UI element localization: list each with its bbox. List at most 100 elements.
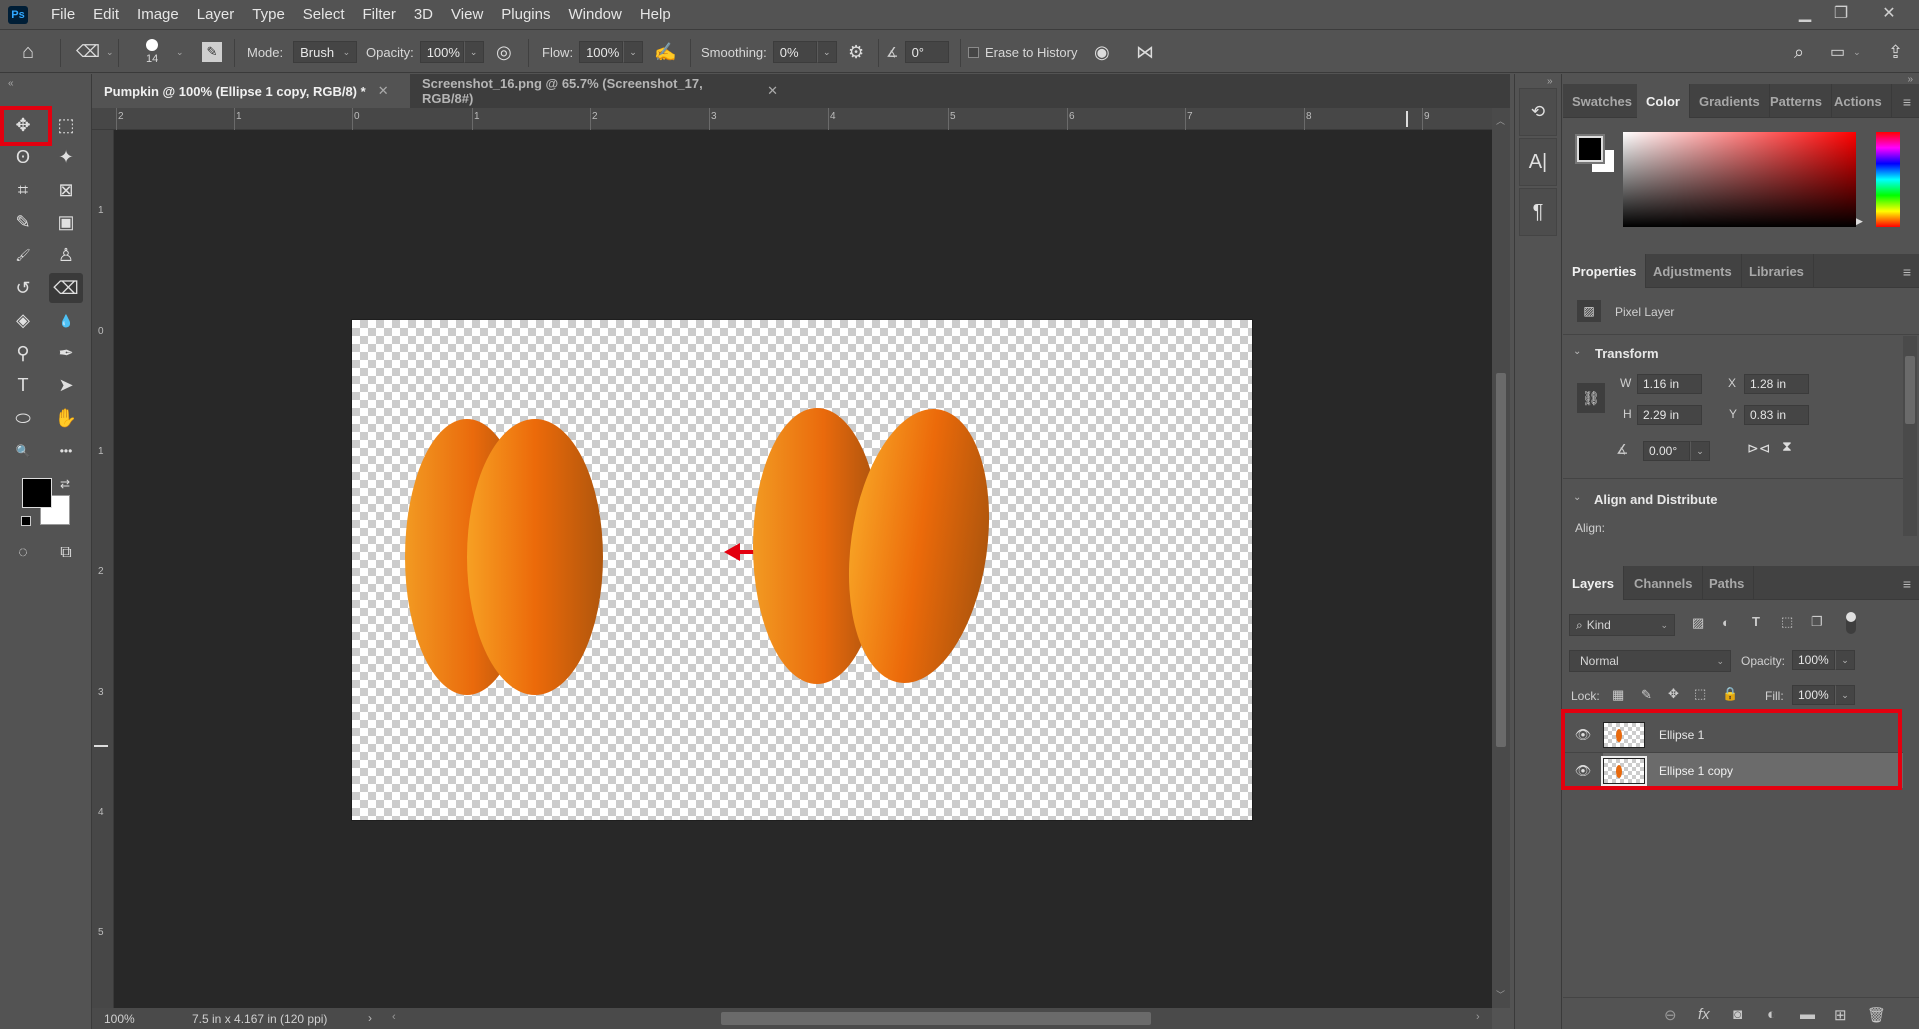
hue-slider-marker[interactable]: ▶	[1856, 216, 1863, 227]
link-layers-icon[interactable]: ⊖	[1664, 1006, 1677, 1024]
properties-scrollbar[interactable]	[1903, 336, 1917, 536]
height-input[interactable]: 2.29 in	[1637, 405, 1702, 425]
flip-vertical-icon[interactable]: ⧗	[1782, 438, 1792, 455]
scroll-down-icon[interactable]: ﹀	[1496, 988, 1505, 1001]
scroll-left-icon[interactable]: ‹	[392, 1011, 396, 1023]
menu-help[interactable]: Help	[631, 6, 680, 23]
brush-tool[interactable]: 🖌	[6, 240, 40, 270]
symmetry-button[interactable]: ⋈	[1136, 31, 1154, 73]
erase-to-history-checkbox[interactable]	[968, 46, 979, 58]
default-colors-icon[interactable]	[21, 516, 31, 526]
layer-opacity-input[interactable]: 100%	[1792, 650, 1835, 670]
flip-horizontal-icon[interactable]: ⊳⊲	[1747, 440, 1770, 457]
tab-swatches[interactable]: Swatches	[1563, 84, 1642, 118]
brush-preset-picker[interactable]: 14	[146, 31, 158, 73]
fill-dropdown[interactable]: ⌄	[1835, 685, 1855, 705]
crop-tool[interactable]: ⌗	[6, 175, 40, 205]
eraser-tool[interactable]: ⌫	[49, 273, 83, 303]
paint-bucket-tool[interactable]: ◈	[6, 306, 40, 336]
flow-dropdown[interactable]: ⌄	[623, 41, 644, 63]
tab-screenshot-16[interactable]: Screenshot_16.png @ 65.7% (Screenshot_17…	[410, 74, 790, 108]
lock-all-icon[interactable]: 🔒	[1722, 686, 1738, 702]
dodge-tool[interactable]: ⚲	[6, 338, 40, 368]
add-mask-icon[interactable]: ◙	[1733, 1006, 1742, 1023]
document-canvas[interactable]	[352, 320, 1252, 820]
new-group-icon[interactable]: ▬	[1800, 1006, 1815, 1023]
workspace-button[interactable]: ▭ ⌄	[1830, 31, 1861, 73]
lasso-tool[interactable]: ʘ	[6, 143, 40, 173]
smoothing-dropdown[interactable]: ⌄	[816, 41, 837, 63]
smoothing-options-button[interactable]: ⚙	[848, 31, 864, 73]
eyedropper-tool[interactable]: ✎	[6, 208, 40, 238]
tab-properties[interactable]: Properties	[1563, 254, 1647, 288]
horizontal-scrollbar[interactable]: ‹ ›	[380, 1008, 1492, 1029]
opacity-input[interactable]: 100%	[419, 41, 464, 63]
vertical-scrollbar[interactable]: ︿ ﹀	[1492, 108, 1510, 1008]
blur-tool[interactable]: 💧	[49, 306, 83, 336]
panel-menu-icon[interactable]: ≡	[1903, 576, 1911, 592]
character-panel-button[interactable]: A|	[1519, 138, 1557, 186]
lock-transparent-icon[interactable]: ▦	[1612, 687, 1624, 703]
menu-3d[interactable]: 3D	[405, 6, 442, 23]
tab-patterns[interactable]: Patterns	[1761, 84, 1833, 118]
filter-smart-object-icon[interactable]: ❐	[1811, 614, 1823, 630]
tab-adjustments[interactable]: Adjustments	[1644, 254, 1742, 288]
filter-type-icon[interactable]: T	[1752, 614, 1760, 629]
history-brush-tool[interactable]: ↺	[6, 273, 40, 303]
vertical-scroll-thumb[interactable]	[1496, 373, 1506, 747]
menu-select[interactable]: Select	[294, 6, 354, 23]
zoom-tool[interactable]: 🔍	[6, 436, 40, 466]
brush-preset-dropdown[interactable]: ⌄	[176, 31, 184, 73]
color-field[interactable]	[1623, 132, 1856, 227]
visibility-eye-icon[interactable]: 👁	[1563, 753, 1603, 788]
link-dimensions-button[interactable]: ⛓	[1577, 383, 1605, 413]
align-section-title[interactable]: Align and Distribute	[1594, 492, 1718, 507]
frame-tool[interactable]: ⊠	[49, 175, 83, 205]
status-menu-icon[interactable]: ›	[368, 1011, 372, 1025]
layer-row-ellipse-1-copy[interactable]: 👁 Ellipse 1 copy	[1563, 753, 1903, 788]
close-tab-icon[interactable]: ✕	[767, 83, 778, 99]
filter-shape-icon[interactable]: ⬚	[1781, 614, 1793, 630]
swap-colors-icon[interactable]: ⇄	[60, 477, 70, 491]
menu-type[interactable]: Type	[243, 6, 294, 23]
adjustment-layer-icon[interactable]: ◐	[1767, 1006, 1776, 1023]
mode-select[interactable]: Brush ⌄	[293, 41, 358, 63]
horizontal-scroll-thumb[interactable]	[721, 1012, 1151, 1025]
brush-settings-button[interactable]: ✎	[202, 31, 222, 73]
menu-window[interactable]: Window	[559, 6, 630, 23]
menu-plugins[interactable]: Plugins	[492, 6, 559, 23]
rotation-input[interactable]: 0.00°	[1643, 441, 1690, 461]
pen-tool[interactable]: ✒	[49, 338, 83, 368]
paragraph-panel-button[interactable]: ¶	[1519, 188, 1557, 236]
blend-mode-select[interactable]: Normal ⌄	[1569, 650, 1731, 672]
menu-layer[interactable]: Layer	[188, 6, 244, 23]
menu-view[interactable]: View	[442, 6, 492, 23]
scroll-up-icon[interactable]: ︿	[1496, 114, 1505, 127]
close-tab-icon[interactable]: ✕	[378, 83, 389, 99]
home-button[interactable]: ⌂	[22, 31, 34, 73]
tab-gradients[interactable]: Gradients	[1690, 84, 1770, 118]
search-button[interactable]: ⌕	[1794, 31, 1804, 73]
pressure-opacity-button[interactable]: ◎	[496, 31, 512, 73]
layer-row-ellipse-1[interactable]: 👁 Ellipse 1	[1563, 718, 1903, 753]
opacity-dropdown[interactable]: ⌄	[463, 41, 484, 63]
restore-button[interactable]: ❐	[1822, 0, 1860, 26]
new-layer-icon[interactable]: ⊞	[1834, 1006, 1847, 1024]
airbrush-button[interactable]: ✍	[654, 31, 676, 73]
menu-edit[interactable]: Edit	[84, 6, 128, 23]
tool-preset-picker[interactable]: ⌫ ⌄	[76, 31, 114, 73]
lock-artboard-icon[interactable]: ⬚	[1694, 686, 1706, 702]
width-input[interactable]: 1.16 in	[1637, 374, 1702, 394]
tab-libraries[interactable]: Libraries	[1740, 254, 1814, 288]
collapse-toolbar-icon[interactable]: «	[8, 78, 14, 89]
fill-input[interactable]: 100%	[1792, 685, 1835, 705]
minimize-button[interactable]: ▁	[1786, 0, 1824, 26]
erase-to-history-toggle[interactable]: Erase to History	[968, 31, 1077, 73]
screen-mode-button[interactable]: ⧉	[49, 538, 83, 568]
y-input[interactable]: 0.83 in	[1744, 405, 1809, 425]
hue-slider[interactable]	[1876, 132, 1900, 227]
collapse-dock-icon[interactable]: »	[1547, 76, 1553, 87]
scroll-right-icon[interactable]: ›	[1476, 1011, 1480, 1023]
rotation-dropdown[interactable]: ⌄	[1690, 441, 1710, 461]
path-selection-tool[interactable]: ➤	[49, 371, 83, 401]
